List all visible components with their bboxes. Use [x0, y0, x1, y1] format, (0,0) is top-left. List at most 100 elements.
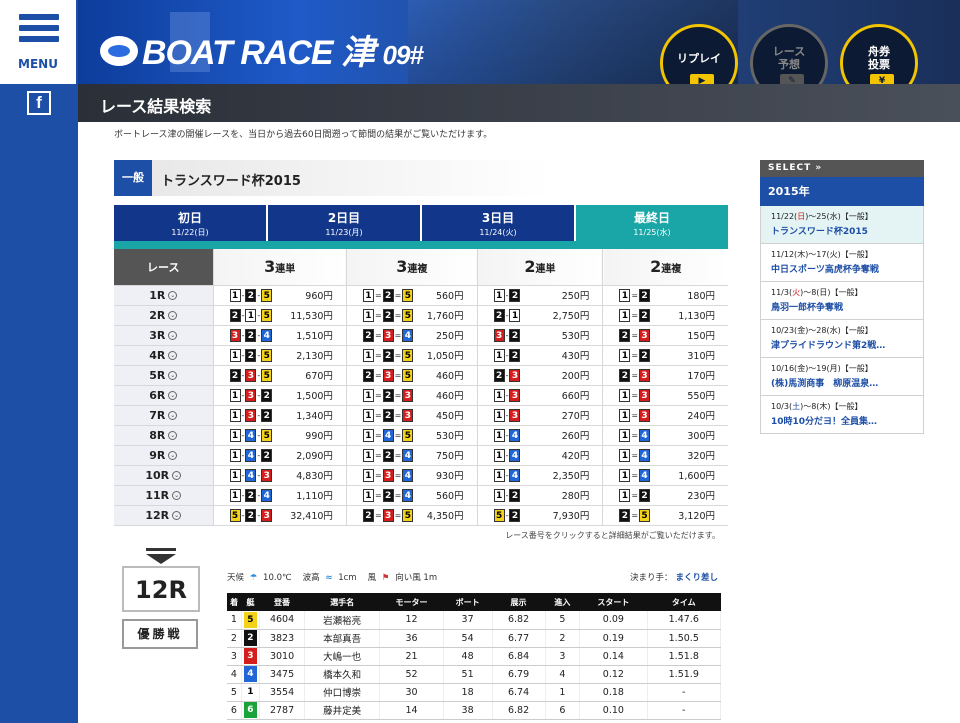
exacta-payout: 2,350円	[539, 465, 603, 486]
race-category-badge: 一般	[114, 160, 152, 196]
exacta-payout: 2,750円	[539, 305, 603, 326]
race-number-link[interactable]: 5R ⌄	[114, 365, 213, 386]
race-number-link[interactable]: 7R ⌄	[114, 405, 213, 426]
boat-number-box: 2	[382, 388, 394, 402]
race-number-label: 7R	[149, 408, 166, 422]
detail-cell-reg: 3475	[259, 665, 305, 684]
chevron-down-icon: ⌄	[168, 431, 178, 440]
combo-separator: -	[257, 470, 261, 480]
results-row: 9R ⌄ 1-4-2 2,090円 1 = 2 = 4 750円 1-4 420円 1 = 4 320円	[114, 445, 728, 466]
detail-cell-rank: 6	[227, 701, 242, 720]
detail-cell-motor: 14	[379, 701, 444, 720]
boat-number-box: 4	[243, 666, 257, 682]
menu-button[interactable]: MENU	[0, 0, 78, 84]
schedule-item[interactable]: 10/3(土)～8(木)【一般】 10時10分だヨ！全員集…	[760, 396, 924, 434]
facebook-icon[interactable]: f	[27, 91, 51, 115]
detail-cell-exh: 6.79	[492, 665, 546, 684]
schedule-item[interactable]: 11/22(日)～25(水)【一般】 トランスワード杯2015	[760, 206, 924, 244]
race-number-link[interactable]: 1R ⌄	[114, 285, 213, 306]
weather-icon: ☂	[249, 573, 258, 583]
logo-mark-icon	[100, 36, 138, 67]
race-number-link[interactable]: 12R ⌄	[114, 505, 213, 526]
race-number-link[interactable]: 10R ⌄	[114, 465, 213, 486]
boat-number-box: 2	[382, 488, 394, 502]
boat-number-box: 4	[402, 448, 414, 462]
tab-day2[interactable]: 2日目 11/23(月)	[268, 205, 420, 241]
combo-separator: -	[241, 390, 245, 400]
race-number-link[interactable]: 2R ⌄	[114, 305, 213, 326]
detail-row: 6 6 2787 藤井定美 14 38 6.82 6 0.10-	[227, 701, 721, 720]
schedule-weekday: 土	[792, 402, 801, 411]
schedule-item[interactable]: 11/12(木)～17(火)【一般】 中日スポーツ高虎杯争奪戦	[760, 244, 924, 282]
ticket-vote-button[interactable]: 舟券 投票 ¥	[840, 24, 918, 84]
boat-number-box: 1	[362, 388, 374, 402]
boat-number-box: 1	[229, 428, 241, 442]
boat-number-box: 5	[639, 508, 651, 522]
combo-separator: -	[241, 430, 245, 440]
combo-separator: -	[257, 490, 261, 500]
quinella-combo: 1 = 3	[602, 405, 665, 426]
boat-number-box: 1	[229, 468, 241, 482]
race-number-link[interactable]: 3R ⌄	[114, 325, 213, 346]
combo-separator: =	[394, 450, 402, 460]
race-number-link[interactable]: 9R ⌄	[114, 445, 213, 466]
wave-label: 波高	[302, 573, 320, 583]
boat-number-box: 2	[245, 288, 257, 302]
trio-combo: 2 = 3 = 4	[345, 325, 414, 346]
trio-combo: 1 = 2 = 3	[345, 385, 414, 406]
boat-number-box: 1	[509, 308, 521, 322]
quinella-payout: 300円	[664, 425, 728, 446]
boat-number-box: 6	[243, 702, 257, 718]
race-number-link[interactable]: 11R ⌄	[114, 485, 213, 506]
results-header-row: レース 3連単 3連複 2連単 2連複	[114, 249, 728, 286]
schedule-item[interactable]: 10/23(金)～28(水)【一般】 津プライドラウンド第2戦…	[760, 320, 924, 358]
hamburger-icon	[19, 14, 59, 47]
detail-cell-st: 0.18	[579, 683, 648, 702]
schedule-weekday: 木	[797, 250, 806, 259]
boat-number-box: 1	[245, 308, 257, 322]
combo-separator: -	[257, 350, 261, 360]
exacta-combo: 1-4	[476, 445, 540, 466]
pencil-icon: ✎	[780, 74, 804, 84]
exacta-payout: 430円	[539, 345, 603, 366]
exacta-combo: 1-4	[476, 425, 540, 446]
combo-separator: -	[505, 330, 509, 340]
race-number-link[interactable]: 6R ⌄	[114, 385, 213, 406]
exacta-combo: 1-4	[476, 465, 540, 486]
boat-number-box: 1	[229, 348, 241, 362]
boat-number-box: 3	[382, 368, 394, 382]
boat-number-box: 2	[639, 288, 651, 302]
boat-number-box: 2	[229, 368, 241, 382]
film-icon: ▶	[690, 74, 714, 84]
quinella-combo: 1 = 3	[602, 385, 665, 406]
page-description: ボートレース津の開催レースを、当日から過去60日間遡って節間の結果がご覧いただけ…	[114, 130, 493, 140]
boat-number-box: 1	[619, 308, 631, 322]
tab-day1[interactable]: 初日 11/22(日)	[114, 205, 266, 241]
detail-cell-motor: 36	[379, 629, 444, 648]
trifecta-payout: 4,830円	[275, 465, 347, 486]
boat-number-box: 2	[639, 348, 651, 362]
tab-final-day[interactable]: 最終日 11/25(水)	[576, 205, 728, 241]
boat-number-box: 5	[493, 508, 505, 522]
race-number-link[interactable]: 4R ⌄	[114, 345, 213, 366]
trifecta-payout: 2,090円	[275, 445, 347, 466]
schedule-item[interactable]: 10/16(金)～19(月)【一般】 (株)馬渕商事 柳原温泉…	[760, 358, 924, 396]
trio-combo: 1 = 4 = 5	[345, 425, 414, 446]
combo-separator: -	[241, 330, 245, 340]
boat-number-box: 4	[245, 448, 257, 462]
race-yoso-button[interactable]: レース 予想 ✎	[750, 24, 828, 84]
yen-icon: ¥	[870, 74, 894, 84]
detail-cell-motor: 52	[379, 665, 444, 684]
race-number-label: 6R	[149, 388, 166, 402]
schedule-item[interactable]: 11/3(火)～8(日)【一般】 鳥羽一郎杯争奪戦	[760, 282, 924, 320]
boat-number-box: 2	[509, 508, 521, 522]
combo-separator: =	[631, 450, 639, 460]
exacta-payout: 420円	[539, 445, 603, 466]
tab-day3[interactable]: 3日目 11/24(火)	[422, 205, 574, 241]
race-number-link[interactable]: 8R ⌄	[114, 425, 213, 446]
logo-text: BOAT RACE 津	[142, 34, 375, 72]
site-logo[interactable]: BOAT RACE 津 09#	[100, 25, 424, 74]
combo-separator: =	[394, 390, 402, 400]
year-header[interactable]: 2015年	[760, 177, 924, 206]
schedule-dates: 10/16(金)～19(月)【一般】	[771, 363, 923, 374]
